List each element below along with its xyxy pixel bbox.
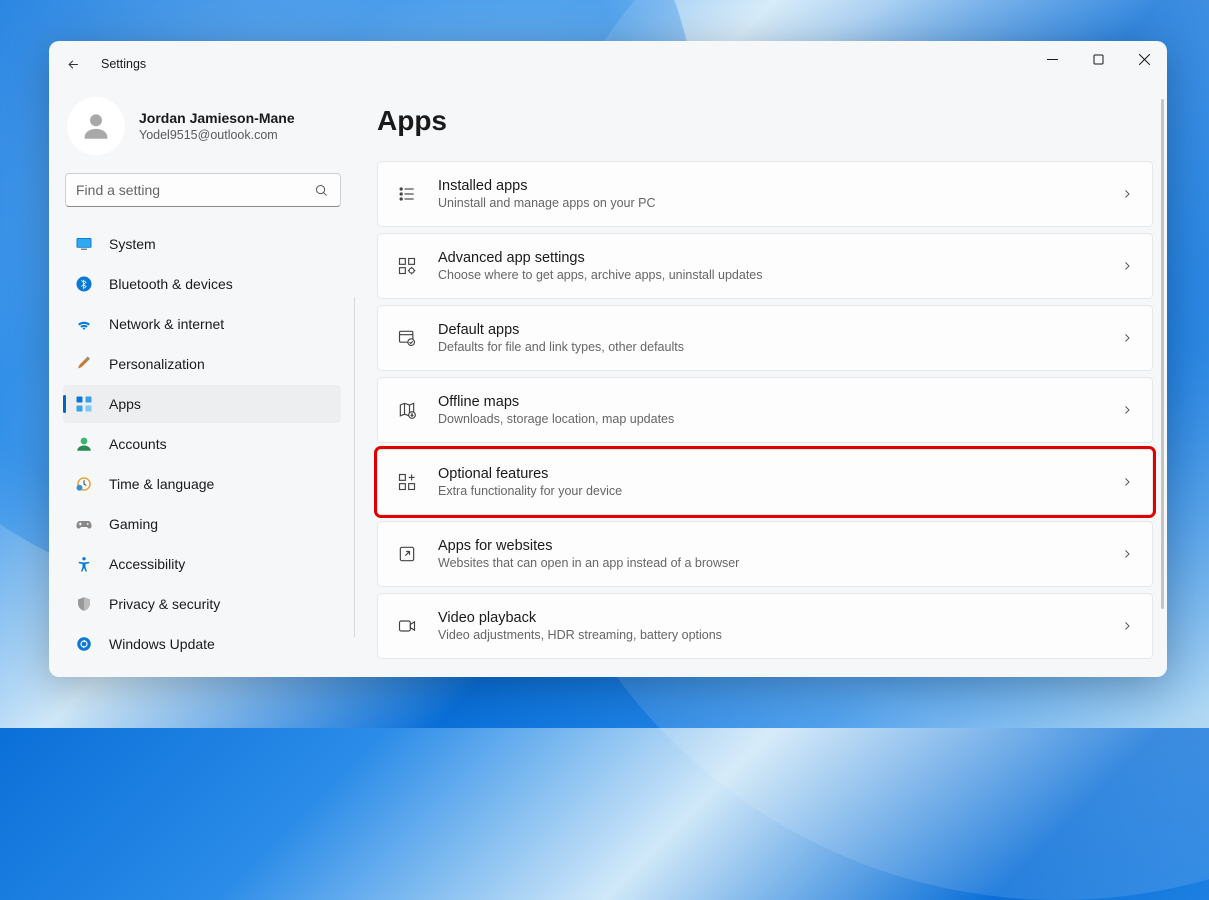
- card-sub: Downloads, storage location, map updates: [438, 412, 1100, 426]
- update-icon: [75, 635, 93, 653]
- nav-label: Accounts: [109, 436, 167, 452]
- titlebar: Settings: [49, 41, 1167, 87]
- chevron-right-icon: [1120, 187, 1134, 201]
- card-title: Optional features: [438, 466, 1100, 482]
- accounts-icon: [75, 435, 93, 453]
- grid-plus-icon: [396, 471, 418, 493]
- card-title: Advanced app settings: [438, 250, 1100, 266]
- nav-label: Personalization: [109, 356, 205, 372]
- card-sub: Websites that can open in an app instead…: [438, 556, 1100, 570]
- search-input[interactable]: [76, 182, 312, 198]
- nav-update[interactable]: Windows Update: [63, 625, 341, 663]
- nav-apps[interactable]: Apps: [63, 385, 341, 423]
- content-area: Apps Installed apps Uninstall and manage…: [355, 87, 1167, 677]
- nav-accounts[interactable]: Accounts: [63, 425, 341, 463]
- chevron-right-icon: [1120, 259, 1134, 273]
- minimize-button[interactable]: [1029, 41, 1075, 77]
- nav-label: Privacy & security: [109, 596, 220, 612]
- card-video-playback[interactable]: Video playback Video adjustments, HDR st…: [377, 593, 1153, 659]
- map-down-icon: [396, 399, 418, 421]
- bluetooth-icon: [75, 275, 93, 293]
- card-title: Installed apps: [438, 178, 1100, 194]
- maximize-button[interactable]: [1075, 41, 1121, 77]
- nav-label: Windows Update: [109, 636, 215, 652]
- nav-label: Bluetooth & devices: [109, 276, 233, 292]
- search-box[interactable]: [65, 173, 341, 207]
- user-email: Yodel9515@outlook.com: [139, 128, 295, 142]
- user-block[interactable]: Jordan Jamieson-Mane Yodel9515@outlook.c…: [63, 87, 343, 173]
- scrollbar[interactable]: [1161, 99, 1164, 609]
- window-check-icon: [396, 327, 418, 349]
- nav-network[interactable]: Network & internet: [63, 305, 341, 343]
- back-button[interactable]: [53, 44, 93, 84]
- nav-accessibility[interactable]: Accessibility: [63, 545, 341, 583]
- card-offline-maps[interactable]: Offline maps Downloads, storage location…: [377, 377, 1153, 443]
- system-icon: [75, 235, 93, 253]
- card-title: Offline maps: [438, 394, 1100, 410]
- chevron-right-icon: [1120, 403, 1134, 417]
- nav-personalization[interactable]: Personalization: [63, 345, 341, 383]
- nav-gaming[interactable]: Gaming: [63, 505, 341, 543]
- card-sub: Video adjustments, HDR streaming, batter…: [438, 628, 1100, 642]
- nav-label: Time & language: [109, 476, 214, 492]
- card-title: Default apps: [438, 322, 1100, 338]
- user-name: Jordan Jamieson-Mane: [139, 110, 295, 126]
- chevron-right-icon: [1120, 619, 1134, 633]
- nav-label: System: [109, 236, 156, 252]
- apps-icon: [75, 395, 93, 413]
- nav-label: Apps: [109, 396, 141, 412]
- card-default-apps[interactable]: Default apps Defaults for file and link …: [377, 305, 1153, 371]
- sidebar: Jordan Jamieson-Mane Yodel9515@outlook.c…: [49, 87, 355, 677]
- nav-privacy[interactable]: Privacy & security: [63, 585, 341, 623]
- nav-label: Gaming: [109, 516, 158, 532]
- nav-label: Accessibility: [109, 556, 185, 572]
- nav-system[interactable]: System: [63, 225, 341, 263]
- chevron-right-icon: [1120, 331, 1134, 345]
- open-link-icon: [396, 543, 418, 565]
- page-title: Apps: [377, 105, 1153, 137]
- card-sub: Defaults for file and link types, other …: [438, 340, 1100, 354]
- chevron-right-icon: [1120, 547, 1134, 561]
- settings-window: Settings Jordan Jamieson-Mane Yodel9515@…: [49, 41, 1167, 677]
- card-advanced-settings[interactable]: Advanced app settings Choose where to ge…: [377, 233, 1153, 299]
- chevron-right-icon: [1120, 475, 1134, 489]
- avatar: [67, 97, 125, 155]
- card-installed-apps[interactable]: Installed apps Uninstall and manage apps…: [377, 161, 1153, 227]
- card-sub: Uninstall and manage apps on your PC: [438, 196, 1100, 210]
- window-title: Settings: [101, 57, 146, 71]
- grid-gear-icon: [396, 255, 418, 277]
- card-sub: Choose where to get apps, archive apps, …: [438, 268, 1100, 282]
- gaming-icon: [75, 515, 93, 533]
- nav-list: System Bluetooth & devices Network & int…: [63, 225, 343, 663]
- clock-icon: [75, 475, 93, 493]
- close-button[interactable]: [1121, 41, 1167, 77]
- brush-icon: [75, 355, 93, 373]
- card-apps-websites[interactable]: Apps for websites Websites that can open…: [377, 521, 1153, 587]
- card-optional-features[interactable]: Optional features Extra functionality fo…: [377, 449, 1153, 515]
- search-icon: [312, 181, 330, 199]
- nav-time[interactable]: Time & language: [63, 465, 341, 503]
- accessibility-icon: [75, 555, 93, 573]
- nav-bluetooth[interactable]: Bluetooth & devices: [63, 265, 341, 303]
- card-title: Apps for websites: [438, 538, 1100, 554]
- shield-icon: [75, 595, 93, 613]
- card-sub: Extra functionality for your device: [438, 484, 1100, 498]
- card-title: Video playback: [438, 610, 1100, 626]
- wifi-icon: [75, 315, 93, 333]
- video-icon: [396, 615, 418, 637]
- list-icon: [396, 183, 418, 205]
- nav-label: Network & internet: [109, 316, 224, 332]
